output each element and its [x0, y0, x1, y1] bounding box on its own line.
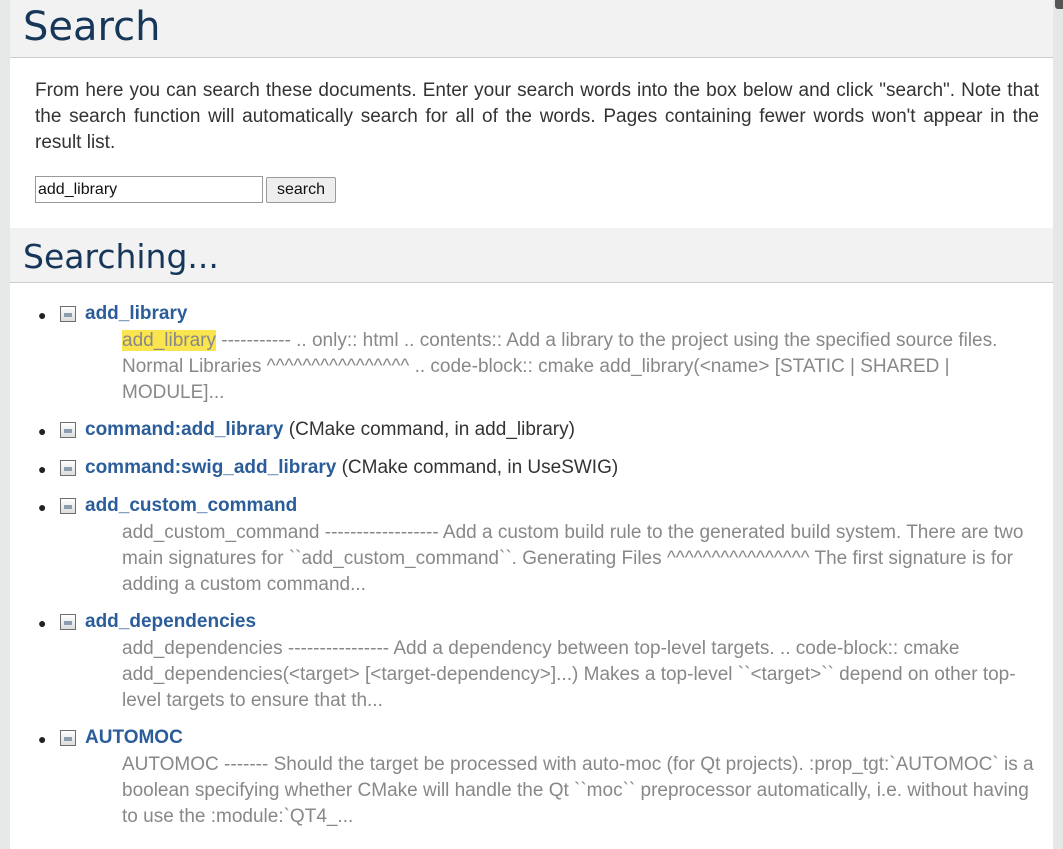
- page-icon: [60, 422, 76, 438]
- page-icon: [60, 614, 76, 630]
- search-button[interactable]: search: [266, 177, 336, 203]
- page-icon: [60, 730, 76, 746]
- result-title-line: add_library: [85, 300, 1053, 328]
- result-link[interactable]: command:add_library: [85, 419, 284, 440]
- result-title-line: add_dependencies: [85, 608, 1053, 636]
- result-title-line: command:swig_add_library (CMake command,…: [85, 454, 1053, 482]
- page-icon: [60, 498, 76, 514]
- page-title: Search: [10, 0, 1053, 58]
- page-icon: [60, 306, 76, 322]
- search-input[interactable]: [35, 176, 263, 203]
- left-margin: [0, 0, 10, 849]
- result-context-text: ----------- .. only:: html .. contents::…: [122, 330, 998, 403]
- window-corner-icon: [1055, 0, 1063, 9]
- result-context: add_dependencies ---------------- Add a …: [122, 638, 1016, 711]
- result-context: add_custom_command ------------------ Ad…: [122, 522, 1024, 595]
- result-link[interactable]: add_custom_command: [85, 495, 297, 516]
- page-icon: [60, 460, 76, 476]
- bullet-icon: ●: [38, 615, 47, 631]
- result-title-line: command:add_library (CMake command, in a…: [85, 416, 1053, 444]
- search-intro-text: From here you can search these documents…: [35, 80, 1039, 153]
- result-context: AUTOMOC ------- Should the target be pro…: [122, 754, 1034, 827]
- search-term-highlight: add_library: [122, 330, 216, 351]
- results-heading: Searching...: [10, 228, 1053, 283]
- result-context: add_library ----------- .. only:: html .…: [122, 328, 1038, 406]
- result-item: ● command:swig_add_library (CMake comman…: [10, 454, 1053, 482]
- result-item: ● add_custom_command add_custom_command …: [10, 492, 1053, 598]
- result-link[interactable]: add_dependencies: [85, 611, 256, 632]
- bullet-icon: ●: [38, 461, 47, 477]
- result-item: ● AUTOMOC AUTOMOC ------- Should the tar…: [10, 724, 1053, 830]
- search-results-list: ● add_library add_library ----------- ..…: [10, 300, 1053, 840]
- main-content: Search From here you can search these do…: [10, 0, 1053, 849]
- bullet-icon: ●: [38, 307, 47, 323]
- result-link[interactable]: AUTOMOC: [85, 727, 183, 748]
- bullet-icon: ●: [38, 423, 47, 439]
- bullet-icon: ●: [38, 731, 47, 747]
- result-title-line: AUTOMOC: [85, 724, 1053, 752]
- result-suffix: (CMake command, in UseSWIG): [336, 457, 619, 478]
- result-item: ● add_dependencies add_dependencies ----…: [10, 608, 1053, 714]
- result-title-line: add_custom_command: [85, 492, 1053, 520]
- result-item: ● command:add_library (CMake command, in…: [10, 416, 1053, 444]
- result-link[interactable]: add_library: [85, 303, 187, 324]
- result-suffix: (CMake command, in add_library): [283, 419, 575, 440]
- result-link[interactable]: command:swig_add_library: [85, 457, 336, 478]
- result-item: ● add_library add_library ----------- ..…: [10, 300, 1053, 406]
- right-margin: [1053, 0, 1063, 849]
- bullet-icon: ●: [38, 499, 47, 515]
